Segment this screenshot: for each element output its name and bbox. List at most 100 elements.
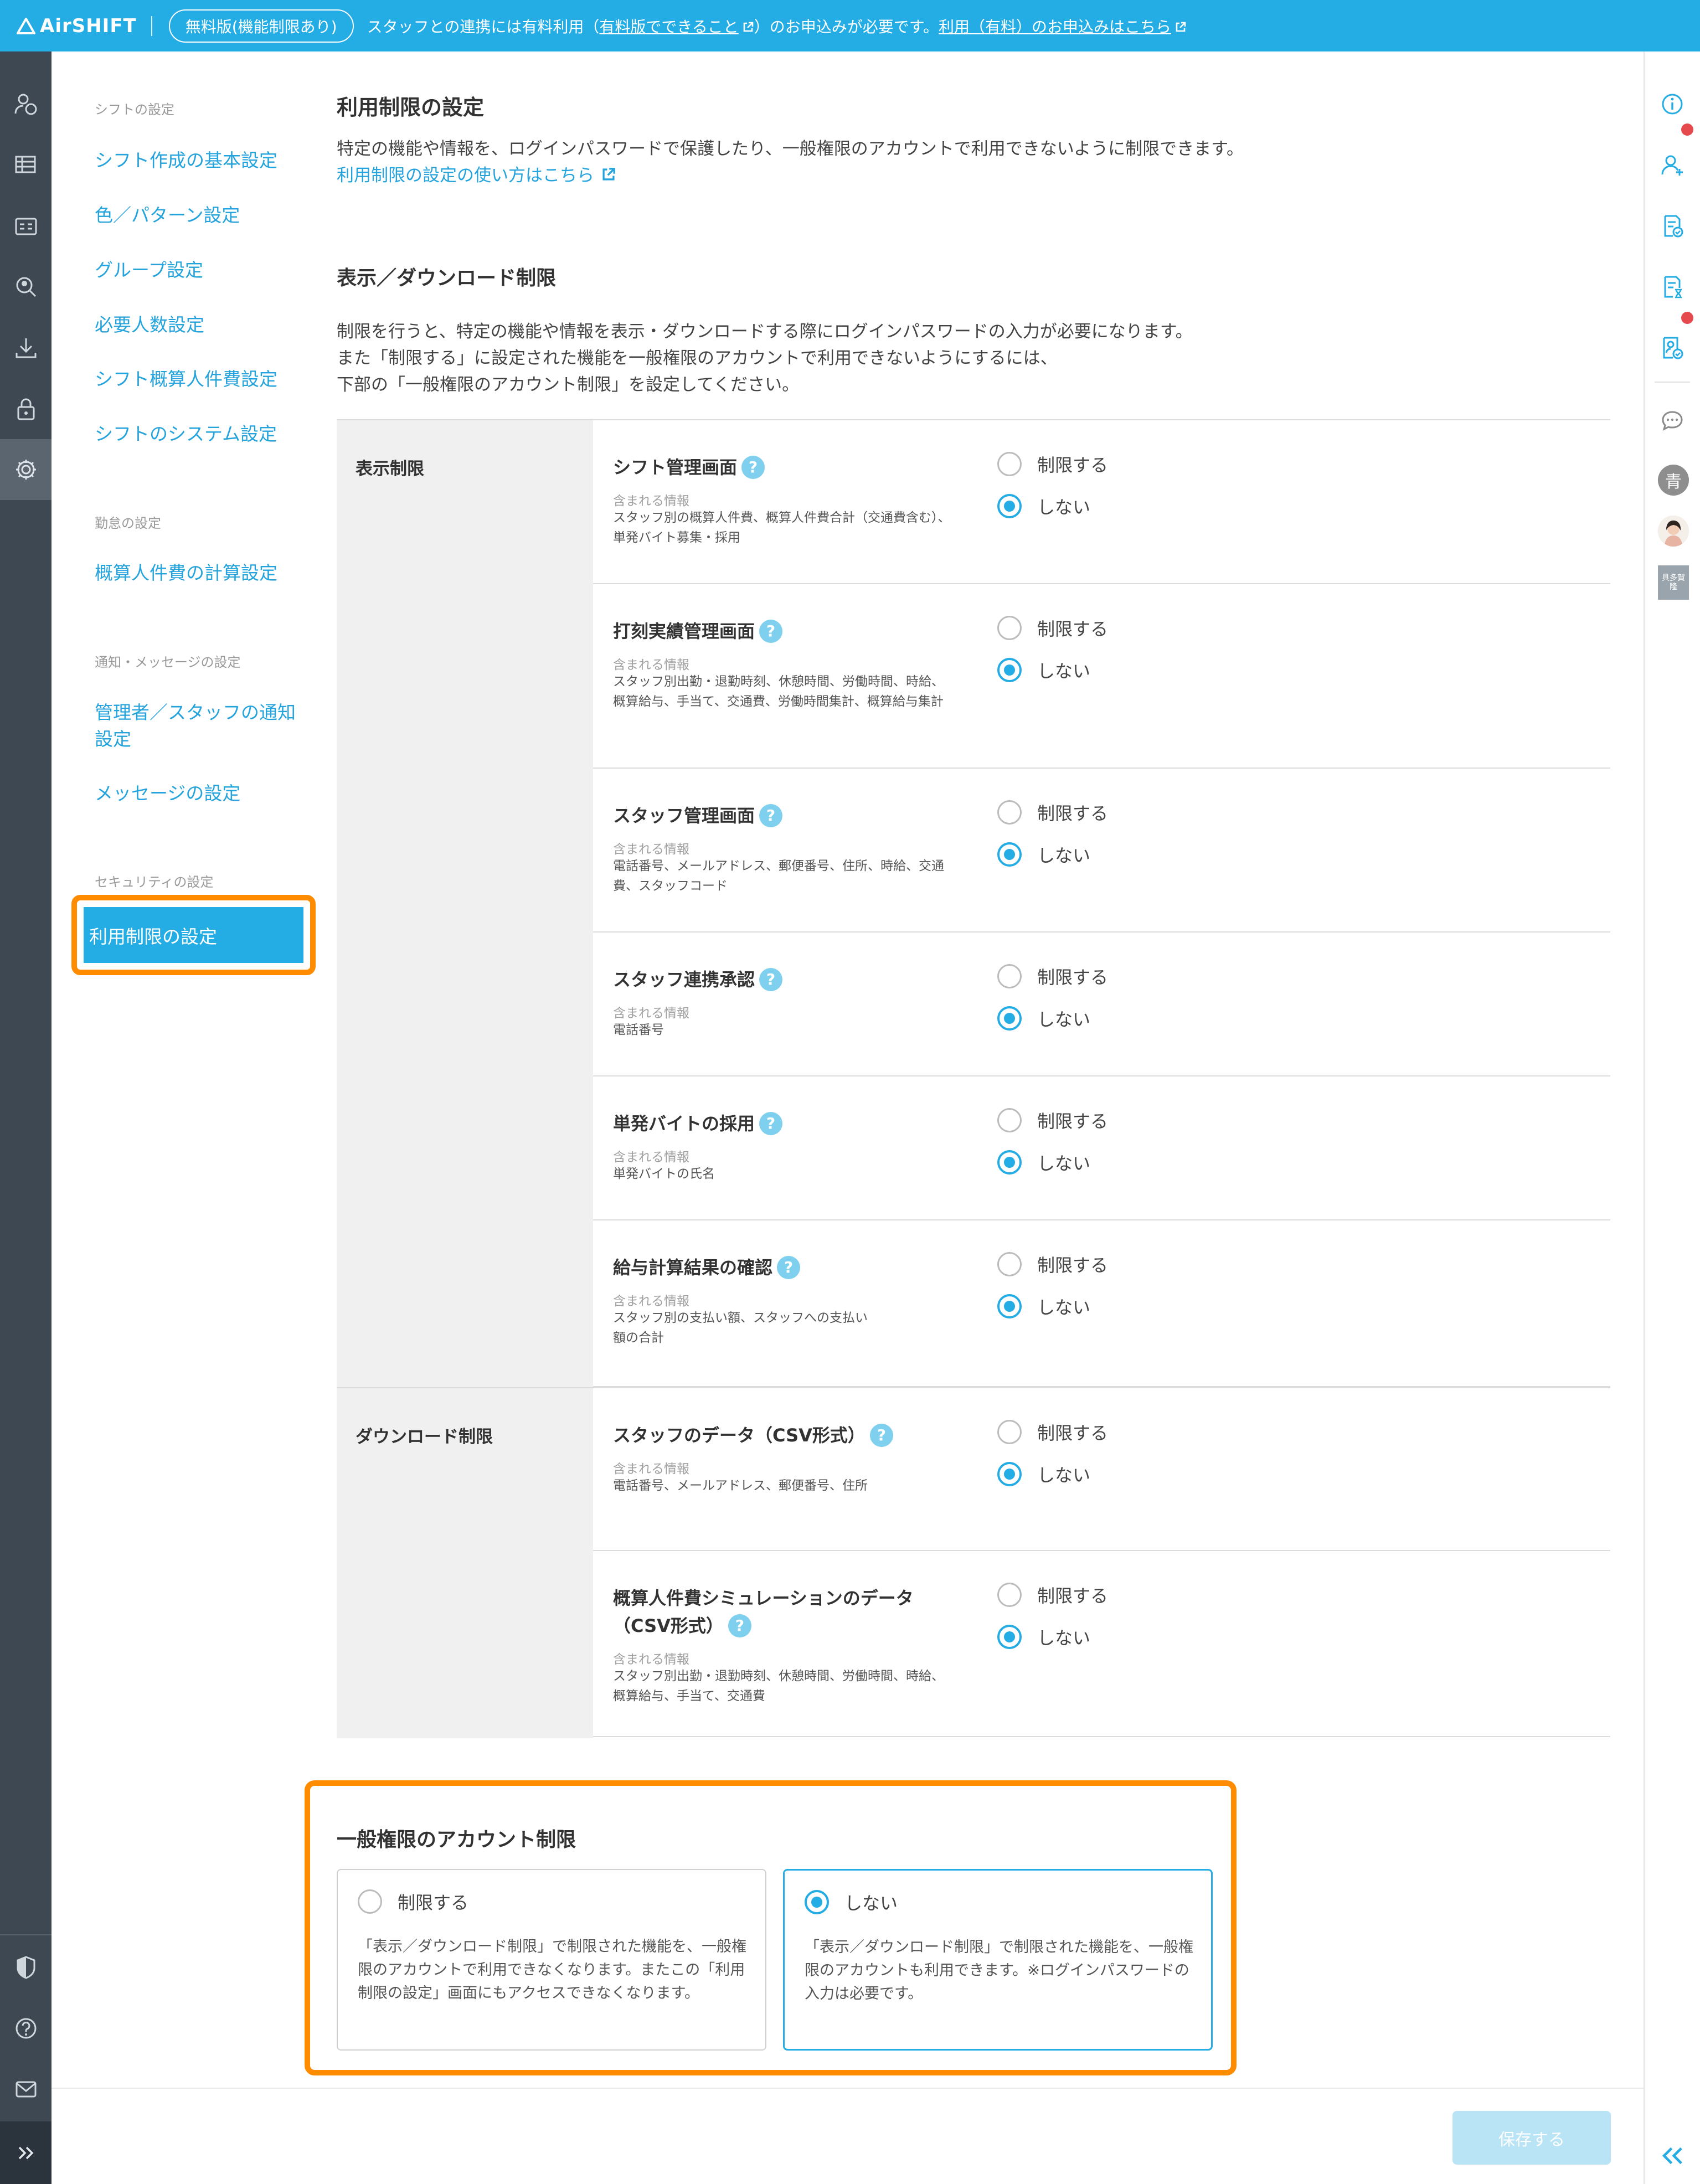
radio-none[interactable]: しない — [997, 842, 1090, 867]
nav-item-basic-shift[interactable]: シフト作成の基本設定 — [95, 147, 311, 174]
chat-bubble-icon — [1662, 411, 1683, 431]
radio-circle-selected — [997, 842, 1022, 867]
table-row: 単発バイトの採用? 含まれる情報 単発バイトの氏名 制限する しない — [593, 1076, 1610, 1220]
info-text: スタッフ別の支払い額、スタッフへの支払い額の合計 — [613, 1311, 868, 1345]
info-heading: 含まれる情報 — [613, 1006, 689, 1021]
rail-expand-button[interactable] — [0, 2121, 51, 2184]
radio-circle-selected — [997, 1006, 1022, 1031]
help-icon[interactable]: ? — [728, 1614, 751, 1637]
row-title: 給与計算結果の確認? — [613, 1254, 956, 1281]
rr-shift-check[interactable] — [1645, 195, 1700, 256]
radio-circle — [997, 1420, 1022, 1444]
help-icon[interactable]: ? — [759, 620, 783, 643]
rail-staff-search[interactable] — [0, 256, 51, 317]
rail-staff-shift[interactable] — [0, 74, 51, 135]
plan-badge[interactable]: 無料版(機能制限あり) — [168, 9, 354, 43]
restriction-table: 表示制限 ダウンロード制限 シフト管理画面? 含まれる情報 スタッフ別の概算人件… — [337, 419, 1610, 1738]
radio-restrict[interactable]: 制限する — [997, 1419, 1108, 1445]
rail-staff-card[interactable] — [0, 195, 51, 256]
help-icon[interactable]: ? — [741, 456, 765, 479]
info-heading: 含まれる情報 — [613, 842, 689, 857]
radio-none[interactable]: しない — [997, 1150, 1090, 1175]
help-icon[interactable]: ? — [759, 1112, 783, 1135]
nav-item-group[interactable]: グループ設定 — [95, 257, 311, 284]
nav-item-color-pattern[interactable]: 色／パターン設定 — [95, 202, 311, 229]
radio-circle-selected — [997, 1294, 1022, 1318]
radio-none[interactable]: しない — [997, 1294, 1090, 1319]
staff-shift-icon — [14, 94, 37, 115]
help-icon[interactable]: ? — [759, 968, 783, 991]
nav-item-usage-restriction[interactable]: 利用制限の設定 — [84, 907, 303, 963]
nav-item-labor-cost[interactable]: シフト概算人件費設定 — [95, 366, 311, 393]
nav-item-notification[interactable]: 管理者／スタッフの通知設定 — [95, 699, 311, 753]
rail-lock[interactable] — [0, 378, 51, 439]
table-row: 概算人件費シミュレーションのデータ（CSV形式）? 含まれる情報 スタッフ別出勤… — [593, 1551, 1610, 1738]
usage-help-link[interactable]: 利用制限の設定の使い方はこちら — [337, 161, 616, 186]
airshift-logo[interactable]: AirSHIFT — [17, 15, 137, 37]
save-button[interactable]: 保存する — [1452, 2111, 1611, 2165]
section-description: 制限を行うと、特定の機能や情報を表示・ダウンロードする際にログインパスワードの入… — [337, 322, 1193, 395]
rail-settings[interactable] — [0, 439, 51, 500]
notification-dot — [1681, 123, 1693, 136]
page-title: 利用制限の設定 — [337, 95, 485, 120]
rail-help[interactable] — [0, 1998, 51, 2059]
help-icon[interactable]: ? — [777, 1256, 801, 1279]
radio-restrict[interactable]: 制限する — [997, 1582, 1108, 1608]
store-badge[interactable]: 具多賀隆 — [1658, 565, 1689, 600]
radio-restrict[interactable]: 制限する — [997, 451, 1108, 477]
rail-download[interactable] — [0, 317, 51, 378]
account-restrict-card[interactable]: 制限する 「表示／ダウンロード制限」で制限された機能を、一般権限のアカウントで利… — [337, 1869, 766, 2051]
rr-staff-check[interactable] — [1645, 317, 1700, 378]
user-avatar-photo[interactable] — [1658, 516, 1689, 547]
id-card-icon — [15, 218, 37, 235]
nav-item-message[interactable]: メッセージの設定 — [95, 780, 311, 807]
row-title: スタッフ連携承認? — [613, 966, 956, 993]
radio-restrict[interactable]: 制限する — [997, 800, 1108, 825]
rr-divider — [1655, 382, 1690, 383]
paid-features-link[interactable]: 有料版でできること — [599, 18, 754, 36]
rr-add-staff[interactable] — [1645, 135, 1700, 195]
radio-restrict[interactable]: 制限する — [997, 1108, 1108, 1133]
radio-restrict[interactable]: 制限する — [997, 964, 1108, 989]
account-none-option[interactable]: しない — [805, 1889, 898, 1915]
radio-none[interactable]: しない — [997, 657, 1090, 683]
external-link-icon — [1176, 22, 1186, 32]
paid-signup-link[interactable]: 利用（有料）のお申込みはこちら — [939, 18, 1187, 36]
radio-restrict[interactable]: 制限する — [997, 1251, 1108, 1277]
account-restrict-option[interactable]: 制限する — [358, 1889, 468, 1914]
nav-item-system[interactable]: シフトのシステム設定 — [95, 421, 311, 447]
row-title: シフト管理画面? — [613, 454, 956, 481]
info-text: 単発バイトの氏名 — [613, 1167, 715, 1181]
help-circle-icon — [16, 2018, 36, 2039]
topbar-divider — [151, 16, 152, 36]
nav-item-required-staff[interactable]: 必要人数設定 — [95, 312, 311, 338]
radio-restrict[interactable]: 制限する — [997, 615, 1108, 641]
document-timer-icon — [1664, 276, 1682, 298]
radio-circle — [997, 964, 1022, 988]
radio-none[interactable]: しない — [997, 1624, 1090, 1650]
section-title: 表示／ダウンロード制限 — [337, 267, 557, 290]
rail-shift-table[interactable] — [0, 135, 51, 195]
external-link-icon — [743, 22, 754, 32]
nav-item-cost-calc[interactable]: 概算人件費の計算設定 — [95, 560, 311, 586]
rr-chat[interactable] — [1645, 390, 1700, 451]
rr-collapse[interactable] — [1645, 2125, 1700, 2184]
table-row: スタッフ管理画面? 含まれる情報 電話番号、メールアドレス、郵便番号、住所、時給… — [593, 769, 1610, 933]
account-none-card[interactable]: しない 「表示／ダウンロード制限」で制限された機能を、一般権限のアカウントも利用… — [783, 1869, 1213, 2051]
radio-none[interactable]: しない — [997, 1461, 1090, 1487]
rail-security[interactable] — [0, 1937, 51, 1998]
radio-none[interactable]: しない — [997, 493, 1090, 519]
radio-none[interactable]: しない — [997, 1006, 1090, 1031]
table-row: 給与計算結果の確認? 含まれる情報 スタッフ別の支払い額、スタッフへの支払い額の… — [593, 1220, 1610, 1387]
nav-heading: セキュリティの設定 — [95, 874, 214, 890]
help-icon[interactable]: ? — [869, 1424, 893, 1447]
user-avatar-initial[interactable]: 青 — [1658, 465, 1689, 496]
info-heading: 含まれる情報 — [613, 1294, 689, 1309]
rr-shift-timer[interactable] — [1645, 256, 1700, 317]
rail-mail[interactable] — [0, 2059, 51, 2120]
nav-heading: 勤怠の設定 — [95, 516, 161, 531]
topbar-message: スタッフとの連携には有料利用（有料版でできること ）のお申込みが必要です。利用（有… — [367, 15, 1187, 37]
help-icon[interactable]: ? — [759, 804, 783, 827]
account-restriction-section: 一般権限のアカウント制限 制限する 「表示／ダウンロード制限」で制限された機能を… — [305, 1780, 1237, 2075]
table-row: スタッフ連携承認? 含まれる情報 電話番号 制限する しない — [593, 933, 1610, 1076]
